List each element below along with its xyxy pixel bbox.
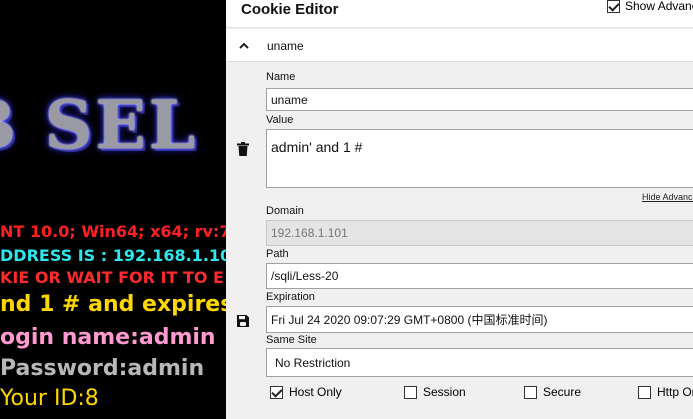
cookie-item-name: uname	[267, 39, 304, 53]
login-name-line: ogin name:admin	[0, 325, 216, 350]
samesite-select[interactable]: No Restriction	[266, 348, 693, 377]
name-label: Name	[266, 71, 296, 83]
expiration-input[interactable]: Fri Jul 24 2020 09:07:29 GMT+0800 (中国标准时…	[266, 306, 693, 333]
cookie-notice-line: KIE OR WAIT FOR IT TO E	[0, 268, 224, 287]
secure-checkbox[interactable]	[524, 385, 537, 399]
show-advanced-checkbox[interactable]	[607, 0, 620, 13]
host-only-option[interactable]: Host Only	[270, 385, 342, 399]
cookie-options: Host Only Session Secure Http Only	[226, 383, 693, 403]
cookie-editor-panel: Cookie Editor Show Advanced uname Name u…	[226, 0, 693, 419]
save-icon[interactable]	[237, 314, 249, 332]
editor-title: Cookie Editor	[241, 1, 339, 18]
path-input[interactable]: /sqli/Less-20	[266, 263, 693, 289]
http-only-checkbox[interactable]	[638, 385, 651, 399]
http-only-option[interactable]: Http Only	[638, 385, 693, 399]
domain-input[interactable]: 192.168.1.101	[266, 220, 693, 246]
page-banner: B SEL	[0, 86, 199, 164]
password-line: Password:admin	[0, 356, 205, 381]
name-input[interactable]: uname	[266, 88, 693, 111]
cookie-item-header[interactable]: uname	[226, 29, 693, 62]
session-label: Session	[423, 385, 466, 399]
value-label: Value	[266, 114, 294, 126]
value-textarea[interactable]: admin' and 1 #	[266, 129, 693, 188]
webpage-background: B SEL NT 10.0; Win64; x64; rv:7 DDRESS I…	[0, 0, 226, 419]
secure-option[interactable]: Secure	[524, 385, 581, 399]
samesite-label: Same Site	[266, 334, 317, 346]
user-id-line: Your ID:8	[0, 386, 99, 411]
secure-label: Secure	[543, 385, 582, 399]
http-only-label: Http Only	[657, 385, 693, 399]
ip-address-line: DDRESS IS : 192.168.1.105	[0, 246, 226, 265]
user-agent-line: NT 10.0; Win64; x64; rv:7	[0, 222, 226, 241]
host-only-label: Host Only	[289, 385, 342, 399]
expiration-label: Expiration	[266, 291, 315, 303]
cookie-expires-line: nd 1 # and expires:	[0, 292, 226, 317]
trash-icon[interactable]	[237, 142, 249, 161]
editor-header: Cookie Editor Show Advanced	[226, 0, 693, 28]
path-label: Path	[266, 248, 289, 260]
chevron-up-icon[interactable]	[239, 37, 249, 53]
session-option[interactable]: Session	[404, 385, 466, 399]
show-advanced-toggle[interactable]: Show Advanced	[607, 0, 693, 13]
host-only-checkbox[interactable]	[270, 385, 283, 399]
hide-advanced-link[interactable]: Hide Advanced	[642, 192, 693, 202]
domain-label: Domain	[266, 205, 304, 217]
session-checkbox[interactable]	[404, 385, 417, 399]
show-advanced-label: Show Advanced	[625, 0, 693, 13]
